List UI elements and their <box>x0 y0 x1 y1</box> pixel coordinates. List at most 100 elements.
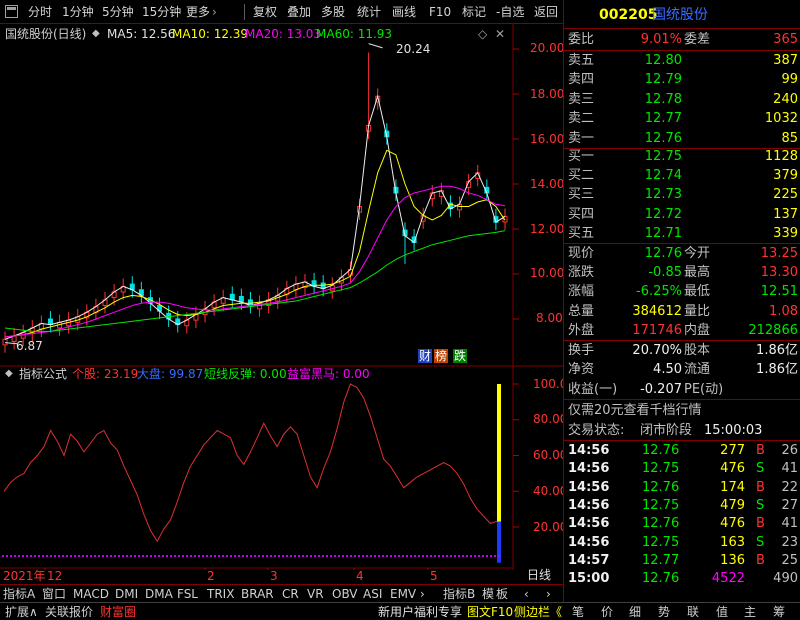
ask-row[interactable]: 卖五 12.80 387 <box>564 51 800 71</box>
tab-indicator-b[interactable]: 指标B <box>443 586 475 602</box>
tab-emv[interactable]: EMV <box>390 586 416 602</box>
tab-macd[interactable]: MACD <box>73 586 109 602</box>
ask-volume: 99 <box>781 72 798 88</box>
tick-time: 14:56 <box>568 497 610 513</box>
tab-15min[interactable]: 15分钟 <box>142 3 181 21</box>
bid-row[interactable]: 买五 12.71 339 <box>564 224 800 244</box>
bid-row[interactable]: 买一 12.75 1128 <box>564 147 800 167</box>
side-tab-shi[interactable]: 势 <box>658 604 670 620</box>
side-tab-bi[interactable]: 笔 <box>572 604 584 620</box>
tab-cr[interactable]: CR <box>282 586 299 602</box>
tab-f10[interactable]: 图文F10 <box>467 604 513 620</box>
tab-5min[interactable]: 5分钟 <box>102 3 134 21</box>
stat-label: 涨幅 <box>568 284 595 300</box>
btn-huaxian[interactable]: 画线 <box>392 3 416 21</box>
btn-back[interactable]: 返回 <box>534 3 558 21</box>
tab-expand[interactable]: 扩展∧ <box>5 604 38 620</box>
tick-price: 12.75 <box>642 534 680 550</box>
tab-more-right-icon[interactable]: › <box>420 586 425 602</box>
tick-time: 14:56 <box>568 534 610 550</box>
btn-duogu[interactable]: 多股 <box>321 3 345 21</box>
close-icon[interactable]: ✕ <box>495 27 505 41</box>
tab-fenshi[interactable]: 分时 <box>28 3 52 21</box>
tab-obv[interactable]: OBV <box>332 586 358 602</box>
badge-cai[interactable]: 财 <box>418 349 432 363</box>
tick-volume: 476 <box>720 516 745 532</box>
more-arrow-icon[interactable]: › <box>212 3 217 21</box>
side-tab-xi[interactable]: 细 <box>629 604 641 620</box>
dropdown-icon[interactable]: ◆ <box>92 27 100 41</box>
scroll-left-icon[interactable]: ‹ <box>524 586 529 602</box>
ask-volume: 240 <box>773 91 798 107</box>
tab-ban[interactable]: 板 <box>496 586 508 602</box>
indicator-tab-bar: 指标A 窗口 MACD DMI DMA FSL TRIX BRAR CR VR … <box>0 584 563 602</box>
tick-count: 25 <box>781 552 798 568</box>
tab-brar[interactable]: BRAR <box>241 586 274 602</box>
ask-row[interactable]: 卖一 12.76 85 <box>564 129 800 149</box>
bid-row[interactable]: 买四 12.72 137 <box>564 205 800 225</box>
promo-text[interactable]: 新用户福利专享 <box>378 604 462 620</box>
promo-row[interactable]: 仅需20元查看千档行情 <box>564 401 800 421</box>
tab-mo[interactable]: 模 <box>482 586 494 602</box>
tab-wealth-circle[interactable]: 财富圈 <box>100 604 136 620</box>
side-tab-zhu[interactable]: 主 <box>744 604 756 620</box>
side-tab-chou[interactable]: 筹 <box>773 604 785 620</box>
tab-sidebar[interactable]: 侧边栏《 <box>514 604 562 620</box>
btn-zixuan[interactable]: -自选 <box>496 3 524 21</box>
tab-1min[interactable]: 1分钟 <box>62 3 94 21</box>
high-pointer <box>368 43 383 49</box>
tab-vr[interactable]: VR <box>307 586 324 602</box>
date-label: 12 <box>47 569 63 583</box>
status-value: 闭市阶段 <box>640 423 693 438</box>
btn-tongji[interactable]: 统计 <box>357 3 381 21</box>
high-price-label: 20.24 <box>396 42 431 56</box>
bid-label: 买二 <box>568 168 595 184</box>
indicator-name[interactable]: 指标公式 <box>19 367 67 381</box>
low-price-label: 6.87 <box>16 339 43 353</box>
tick-row: 14:56 12.75 479 S 27 <box>564 496 800 516</box>
status-time: 15:00:03 <box>704 423 763 438</box>
tick-volume: 174 <box>720 479 745 495</box>
tick-volume: 163 <box>720 534 745 550</box>
tick-row: 14:56 12.75 476 S 41 <box>564 459 800 479</box>
window-icon[interactable] <box>5 5 18 18</box>
btn-f10[interactable]: F10 <box>429 3 451 21</box>
y-tick: 8.00 <box>536 311 563 325</box>
tab-trix[interactable]: TRIX <box>207 586 234 602</box>
ask-row[interactable]: 卖四 12.79 99 <box>564 70 800 90</box>
btn-biaoji[interactable]: 标记 <box>462 3 486 21</box>
indicator-dropdown-icon[interactable]: ◆ <box>5 367 13 381</box>
tab-dmi[interactable]: DMI <box>115 586 138 602</box>
stat-value: -0.85 <box>648 265 682 281</box>
period-label[interactable]: 日线 <box>527 568 551 582</box>
ask-row[interactable]: 卖三 12.78 240 <box>564 90 800 110</box>
stat-label: 换手 <box>568 343 595 358</box>
bid-row[interactable]: 买二 12.74 379 <box>564 166 800 186</box>
badge-die[interactable]: 跌 <box>453 349 467 363</box>
stat-value: 171746 <box>632 322 682 338</box>
btn-diejia[interactable]: 叠加 <box>287 3 311 21</box>
tick-price: 12.77 <box>642 552 680 568</box>
tab-more[interactable]: 更多 <box>186 3 210 21</box>
ask-row[interactable]: 卖二 12.77 1032 <box>564 109 800 129</box>
tick-time: 14:56 <box>568 461 610 477</box>
tab-dma[interactable]: DMA <box>145 586 173 602</box>
bid-row[interactable]: 买三 12.73 225 <box>564 185 800 205</box>
badge-bang[interactable]: 榜 <box>434 349 448 363</box>
stat-row: 换手 20.70% 股本 1.86亿 <box>564 341 800 361</box>
btn-fuquan[interactable]: 复权 <box>253 3 277 21</box>
side-tab-lian[interactable]: 联 <box>687 604 699 620</box>
tab-related-quotes[interactable]: 关联报价 <box>45 604 93 620</box>
tab-asi[interactable]: ASI <box>363 586 382 602</box>
side-tab-jia[interactable]: 价 <box>601 604 613 620</box>
tab-window[interactable]: 窗口 <box>42 586 66 602</box>
kline-chart[interactable] <box>0 24 563 570</box>
tab-fsl[interactable]: FSL <box>177 586 198 602</box>
stock-label: 国统股份(日线) <box>5 27 87 41</box>
tab-indicator-a[interactable]: 指标A <box>3 586 35 602</box>
promo-label[interactable]: 仅需20元查看千档行情 <box>568 403 702 419</box>
side-tab-zhi[interactable]: 值 <box>716 604 728 620</box>
status-row: 交易状态: 闭市阶段 15:00:03 <box>564 421 800 441</box>
scroll-right-icon[interactable]: › <box>546 586 551 602</box>
diamond-icon[interactable]: ◇ <box>478 27 487 41</box>
